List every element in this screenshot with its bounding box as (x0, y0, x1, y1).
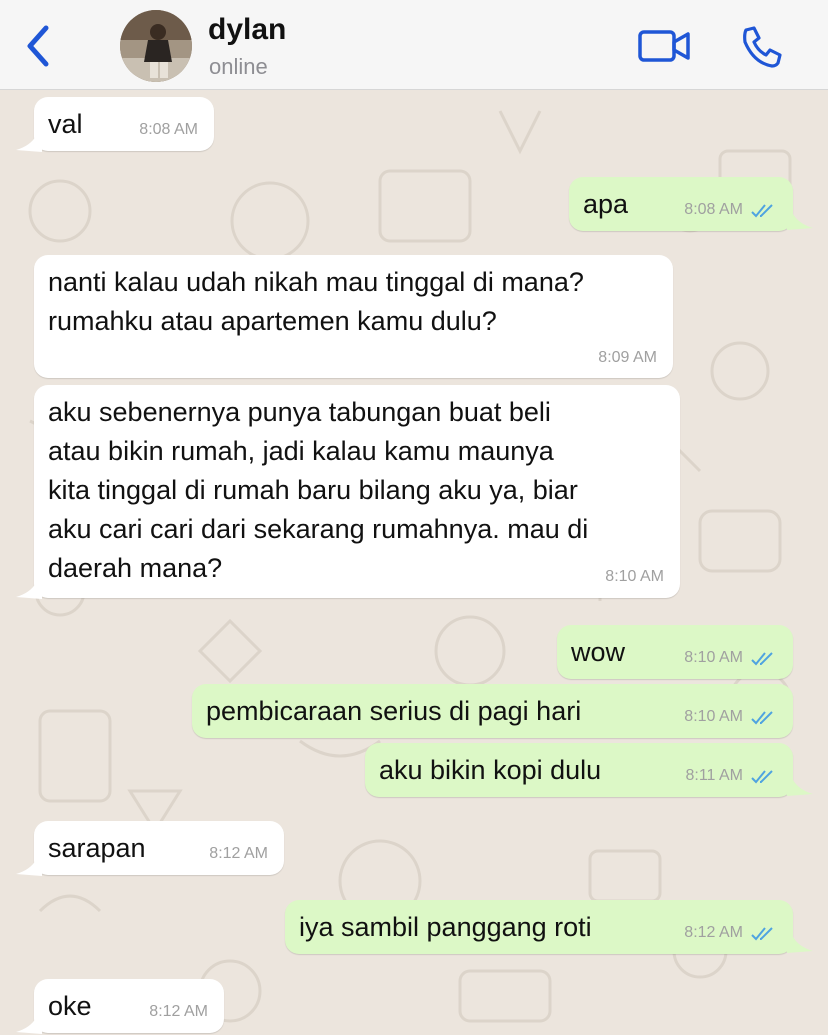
message-time: 8:12 AM (209, 845, 268, 862)
bubble-tail (16, 1018, 42, 1034)
phone-call-icon[interactable] (738, 24, 782, 68)
message-bubble-outgoing[interactable]: iya sambil panggang roti 8:12 AM (285, 900, 793, 954)
message-text: oke (48, 991, 92, 1021)
message-text: aku sebenernya punya tabungan buat beli … (48, 397, 589, 583)
message-time: 8:12 AM (684, 924, 743, 941)
message-text: aku bikin kopi dulu (379, 755, 602, 785)
message-text: iya sambil panggang roti (299, 912, 592, 942)
message-time: 8:10 AM (684, 649, 743, 666)
message-text: wow (571, 637, 626, 667)
message-bubble-outgoing[interactable]: aku bikin kopi dulu 8:11 AM (365, 743, 793, 797)
message-time: 8:12 AM (149, 1003, 208, 1020)
message-bubble-outgoing[interactable]: pembicaraan serius di pagi hari 8:10 AM (192, 684, 793, 738)
read-receipt-icon (751, 204, 773, 218)
bubble-tail (787, 780, 813, 796)
chat-header: dylan online (0, 0, 828, 90)
message-text: sarapan (48, 833, 146, 863)
message-bubble-incoming[interactable]: oke 8:12 AM (34, 979, 224, 1033)
video-call-icon[interactable] (636, 26, 692, 66)
contact-name[interactable]: dylan (208, 13, 286, 47)
message-bubble-outgoing[interactable]: apa 8:08 AM (569, 177, 793, 231)
bubble-tail (16, 583, 42, 599)
bubble-tail (16, 136, 42, 152)
contact-status: online (209, 54, 268, 79)
bubble-tail (787, 937, 813, 953)
read-receipt-icon (751, 927, 773, 941)
message-time: 8:09 AM (598, 349, 657, 366)
message-text: apa (583, 189, 629, 219)
bubble-tail (16, 860, 42, 876)
message-bubble-incoming[interactable]: val 8:08 AM (34, 97, 214, 151)
message-text: pembicaraan serius di pagi hari (206, 696, 582, 726)
read-receipt-icon (751, 652, 773, 666)
message-time: 8:08 AM (139, 121, 198, 138)
message-bubble-outgoing[interactable]: wow 8:10 AM (557, 625, 793, 679)
read-receipt-icon (751, 770, 773, 784)
message-time: 8:10 AM (605, 568, 664, 585)
message-time: 8:10 AM (684, 708, 743, 725)
back-chevron-icon[interactable] (20, 24, 56, 68)
message-time: 8:11 AM (685, 767, 743, 784)
message-bubble-incoming[interactable]: nanti kalau udah nikah mau tinggal di ma… (34, 255, 673, 378)
avatar[interactable] (120, 10, 192, 82)
read-receipt-icon (751, 711, 773, 725)
message-bubble-incoming[interactable]: aku sebenernya punya tabungan buat beli … (34, 385, 680, 598)
message-text: val (48, 109, 83, 139)
message-time: 8:08 AM (684, 201, 743, 218)
message-bubble-incoming[interactable]: sarapan 8:12 AM (34, 821, 284, 875)
bubble-tail (787, 214, 813, 230)
message-text: nanti kalau udah nikah mau tinggal di ma… (48, 267, 584, 336)
